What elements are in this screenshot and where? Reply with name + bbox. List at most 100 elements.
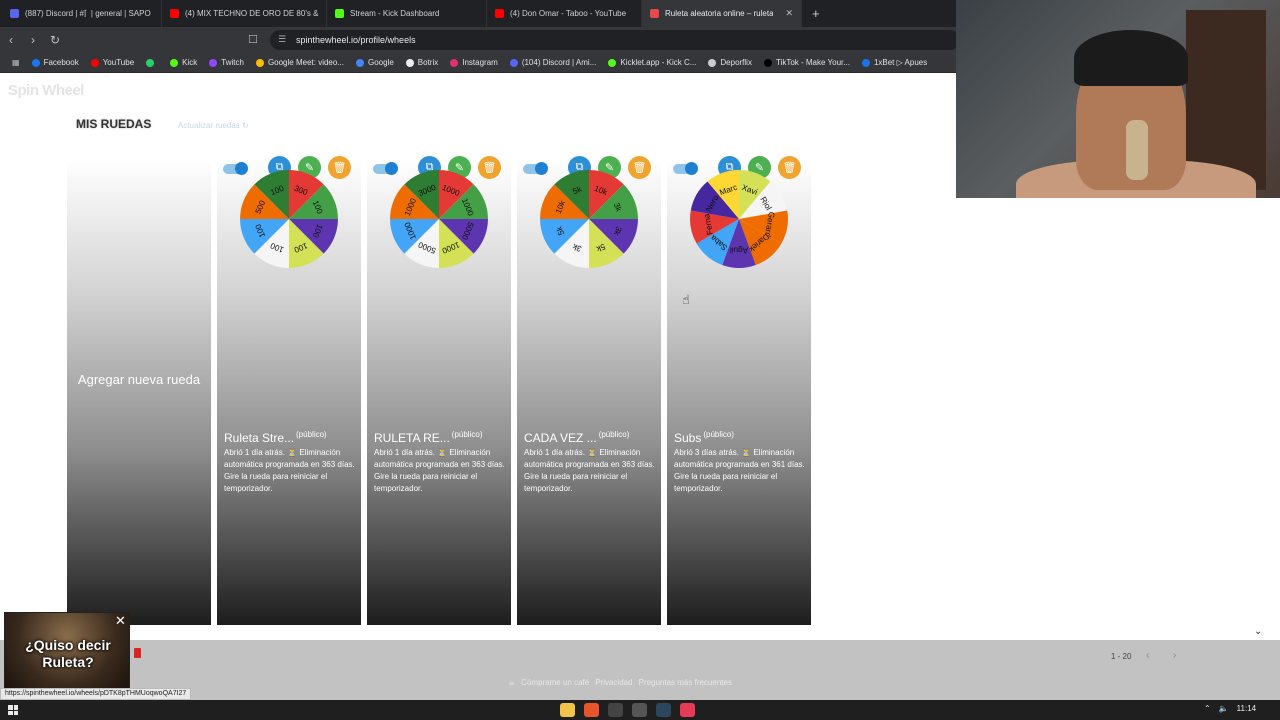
bookmark-item[interactable]: Botrix [400, 58, 444, 67]
app-icon[interactable] [632, 703, 647, 717]
bookmark-item[interactable]: Facebook [26, 58, 85, 67]
new-tab-button[interactable]: + [802, 0, 830, 27]
bookmark-label: YouTube [102, 58, 135, 67]
wheel-title: CADA VEZ ... [524, 431, 597, 445]
tray-chevron-icon[interactable]: ⌃ [1204, 704, 1211, 713]
bookmark-label: Deporflix [720, 58, 752, 67]
volume-icon[interactable]: 🔈 [1219, 704, 1229, 713]
wheel-segment-label: Aguil [730, 245, 748, 254]
close-tab-icon[interactable]: ✕ [785, 8, 793, 19]
bookmark-favicon-icon [608, 58, 617, 67]
promo-popup[interactable]: ¿Quiso decir Ruleta? ✕ [4, 612, 130, 690]
status-bar-url: https://spinthewheel.io/wheels/pDTK8pTHM… [0, 688, 192, 700]
footer-link-coffee[interactable]: Cómprame un café [521, 678, 589, 687]
browser-tab[interactable]: Ruleta aleatoria online – ruleta d ✕ [642, 0, 802, 27]
bookmark-icon[interactable]: ☐ [248, 33, 258, 46]
bookmark-label: Facebook [43, 58, 79, 67]
browser-tab[interactable]: Stream - Kick Dashboard [327, 0, 487, 27]
browser-tab[interactable]: (4) MIX TECHNO DE ORO DE 80's & [162, 0, 327, 27]
wheel-card[interactable]: ⧉ ✎ 🗑 300 100 100 100 100 100 500 100 Ruleta Stre..… [217, 156, 361, 625]
trash-icon[interactable] [134, 648, 141, 658]
address-bar[interactable]: ☰ spinthewheel.io/profile/wheels [270, 30, 960, 50]
bookmark-item[interactable]: 1xBet ▷ Apues [856, 58, 933, 67]
footer-link-privacy[interactable]: Privacidad [595, 678, 632, 687]
refresh-icon: ↻ [242, 121, 249, 130]
bookmark-item[interactable]: (104) Discord | Ami... [504, 58, 603, 67]
close-icon[interactable]: ✕ [115, 613, 126, 629]
bookmark-label: Google [367, 58, 394, 67]
bookmark-favicon-icon [509, 58, 518, 67]
promo-text: ¿Quiso decir Ruleta? [25, 637, 111, 670]
bookmark-item[interactable]: Instagram [444, 58, 504, 67]
taskbar-apps [560, 703, 695, 717]
obs-icon[interactable] [608, 703, 623, 717]
bookmark-item[interactable] [140, 58, 164, 67]
bookmark-item[interactable]: Twitch [203, 58, 250, 67]
wheel-preview[interactable]: XaviRiolGerardDariekAguilSabaFernaNeroMa… [688, 168, 790, 270]
prev-page-icon[interactable]: ‹ [1146, 650, 1149, 661]
bookmark-favicon-icon [708, 58, 717, 67]
bookmark-label: TikTok - Make Your... [775, 58, 850, 67]
tab-favicon-icon [170, 9, 179, 18]
bookmark-favicon-icon [450, 58, 459, 67]
wheel-name: RULETA RE... (público) [374, 430, 482, 445]
bookmark-item[interactable]: Deporflix [702, 58, 758, 67]
refresh-wheels-link[interactable]: Actualizar ruedas ↻ [178, 121, 249, 130]
bookmark-favicon-icon [355, 58, 364, 67]
bookmark-item[interactable]: Google Meet: video... [250, 58, 350, 67]
webcam-overlay [956, 0, 1280, 198]
add-wheel-card[interactable]: Agregar nueva rueda [67, 159, 211, 625]
bookmark-favicon-icon [146, 58, 155, 67]
forward-icon[interactable]: › [22, 33, 44, 47]
steam-icon[interactable] [656, 703, 671, 717]
site-settings-icon[interactable]: ☰ [278, 34, 286, 45]
wheel-description: Abrió 1 día atrás. ⏳ Eliminación automát… [524, 448, 655, 493]
chevron-down-icon[interactable]: ⌄ [1254, 626, 1262, 637]
tab-label: (4) Don Omar - Taboo - YouTube [510, 9, 627, 18]
wheel-name: Ruleta Stre... (público) [224, 430, 327, 445]
site-logo[interactable]: Spin Wheel [8, 82, 84, 99]
wheel-card[interactable]: ⧉ ✎ 🗑 10k 3k 3k 5k 3k 5k 10k 5k CADA VEZ ... (públic… [517, 156, 661, 625]
bookmark-item[interactable]: YouTube [85, 58, 140, 67]
page-footer [0, 640, 1280, 700]
pagination-range: 1 - 20 [1111, 652, 1132, 661]
bookmark-label: Instagram [462, 58, 498, 67]
footer-link-faq[interactable]: Preguntas más frecuentes [639, 678, 732, 687]
wheel-preview[interactable]: 300100100100100100500100 [238, 168, 340, 270]
bookmark-label: Botrix [417, 58, 439, 67]
apps-icon[interactable]: ▦ [6, 58, 26, 67]
bookmark-item[interactable]: Kicklet.app - Kick C... [602, 58, 702, 67]
windows-start-icon[interactable] [8, 705, 18, 715]
bookmark-item[interactable]: Kick [164, 58, 203, 67]
system-tray: ⌃ 🔈 11:14 [1204, 704, 1256, 713]
wheel-card[interactable]: ⧉ ✎ 🗑 Xavi Riol Gerard Dariek Aguil Saba Ferna Ner… [667, 156, 811, 625]
public-badge: (público) [703, 430, 735, 439]
browser-tab[interactable]: (887) Discord | #⌈ | general | SAPO [2, 0, 162, 27]
tab-favicon-icon [335, 9, 344, 18]
footer-links: ☕ Cómprame un café Privacidad Preguntas … [508, 678, 732, 687]
reload-icon[interactable]: ↻ [44, 33, 66, 47]
browser-tab[interactable]: (4) Don Omar - Taboo - YouTube [487, 0, 642, 27]
brave-browser-icon[interactable] [584, 703, 599, 717]
bookmark-label: Google Meet: video... [267, 58, 344, 67]
file-explorer-icon[interactable] [560, 703, 575, 717]
bookmark-label: Kick [182, 58, 198, 67]
wheel-preview[interactable]: 10k3k3k5k3k5k10k5k [538, 168, 640, 270]
bookmark-item[interactable]: Google [350, 58, 400, 67]
next-page-icon[interactable]: › [1173, 650, 1176, 661]
public-badge: (público) [451, 430, 483, 439]
wheel-preview[interactable]: 10001000500010005000100010003000 [388, 168, 490, 270]
bookmark-favicon-icon [209, 58, 218, 67]
clock[interactable]: 11:14 [1237, 704, 1256, 713]
bookmark-label: Twitch [221, 58, 244, 67]
wheel-description: Abrió 1 día atrás. ⏳ Eliminación automát… [224, 448, 355, 493]
bookmark-label: (104) Discord | Ami... [521, 58, 597, 67]
bookmark-item[interactable]: TikTok - Make Your... [758, 58, 856, 67]
wheel-description: Abrió 3 días atrás. ⏳ Eliminación automá… [674, 448, 805, 493]
wheel-card[interactable]: ⧉ ✎ 🗑 1000 1000 5000 1000 5000 1000 1000 3000 RULET… [367, 156, 511, 625]
tab-label: (887) Discord | #⌈ | general | SAPO [25, 9, 151, 18]
tiktok-live-icon[interactable] [680, 703, 695, 717]
tab-favicon-icon [495, 9, 504, 18]
bookmark-favicon-icon [90, 58, 99, 67]
back-icon[interactable]: ‹ [0, 33, 22, 47]
